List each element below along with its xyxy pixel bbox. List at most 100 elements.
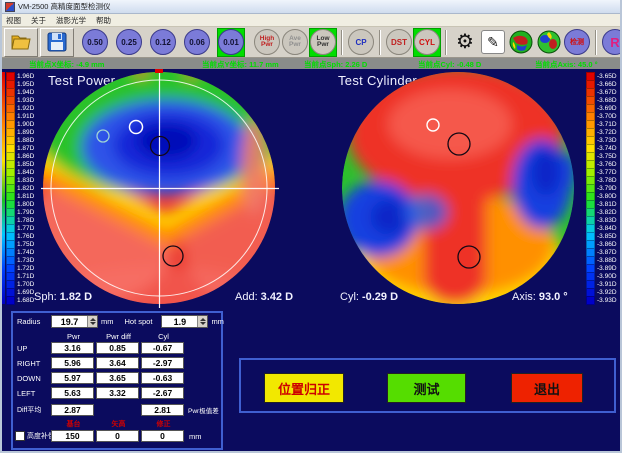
filter-button-0.12[interactable]: 0.12 — [149, 28, 177, 57]
scale-label: -3.90D — [597, 273, 617, 280]
reset-button[interactable]: R — [601, 28, 620, 57]
settings-button[interactable]: ⚙ — [451, 28, 479, 57]
hotspot-input[interactable]: 1.9 — [161, 315, 208, 328]
mode-circle: CP — [348, 29, 374, 55]
window-title: VM-2500 高精度面型检测仪 — [18, 1, 111, 12]
action-button-退出[interactable]: 退出 — [511, 373, 583, 403]
cylinder-heatmap[interactable] — [338, 69, 580, 308]
menu-item[interactable]: 关于 — [31, 15, 46, 26]
color-map-icon — [509, 30, 533, 54]
scale-label: -3.67D — [597, 89, 617, 96]
row-label: LEFT — [15, 389, 51, 398]
comp-field[interactable]: 0 — [141, 430, 184, 442]
scale-label: 1.81D — [17, 193, 34, 200]
scale-row: -3.93D — [586, 296, 622, 304]
sphere-map-icon — [537, 30, 561, 54]
filter-circle: 0.50 — [82, 29, 108, 55]
scale-label: -3.86D — [597, 241, 617, 248]
top-marker — [155, 69, 163, 73]
filter-button-0.06[interactable]: 0.06 — [183, 28, 211, 57]
open-file-button[interactable] — [4, 28, 38, 57]
power-heatmap[interactable] — [41, 69, 279, 308]
left-edge-colorbar — [2, 72, 5, 304]
power-button-ave[interactable]: Ave Pwr — [281, 28, 309, 57]
menu-item[interactable]: 滋影光学 — [56, 15, 86, 26]
scale-label: -3.79D — [597, 185, 617, 192]
cylinder-scale: -3.65D-3.66D-3.67D-3.68D-3.69D-3.70D-3.7… — [586, 72, 622, 304]
save-button[interactable] — [40, 28, 74, 57]
scale-label: -3.88D — [597, 257, 617, 264]
menu-item[interactable]: 视图 — [6, 15, 21, 26]
scale-label: 1.86D — [17, 153, 34, 160]
scale-label: -3.68D — [597, 97, 617, 104]
scale-label: 1.80D — [17, 201, 34, 208]
table-row: UP3.160.85-0.67 — [15, 342, 221, 354]
save-floppy-icon — [47, 32, 67, 52]
compensation-labels: 基台矢高修正 — [15, 419, 221, 429]
scale-label: 1.85D — [17, 161, 34, 168]
scale-label: 1.75D — [17, 241, 34, 248]
map-view-button[interactable] — [507, 28, 535, 57]
value-cell: 3.64 — [96, 357, 139, 369]
filter-button-0.25[interactable]: 0.25 — [115, 28, 143, 57]
scale-label: 1.84D — [17, 169, 34, 176]
scale-label: 1.94D — [17, 89, 34, 96]
axis-readout: Axis:93.0 ° — [512, 291, 568, 303]
scale-label: -3.91D — [597, 281, 617, 288]
hotspot-unit: mm — [211, 317, 224, 326]
scale-label: 1.92D — [17, 105, 34, 112]
comp-field[interactable]: 150 — [51, 430, 94, 442]
value-cell: 0.85 — [96, 342, 139, 354]
radius-input[interactable]: 19.7 — [51, 315, 98, 328]
mode-button-cyl[interactable]: CYL — [413, 28, 441, 57]
hotspot-spinner[interactable] — [197, 316, 207, 327]
action-button-位置归正[interactable]: 位置归正 — [264, 373, 344, 403]
scale-label: -3.77D — [597, 169, 617, 176]
power-label: Low Pwr — [312, 36, 334, 49]
scale-label: 1.73D — [17, 257, 34, 264]
mode-button-cp[interactable]: CP — [347, 28, 375, 57]
scale-label: -3.81D — [597, 201, 617, 208]
mode-button-dst[interactable]: DST — [385, 28, 413, 57]
action-button-测试[interactable]: 测试 — [387, 373, 466, 403]
app-window: VM-2500 高精度面型检测仪 视图关于滋影光学帮助 0.50 0.250.12… — [0, 0, 622, 453]
power-label: Ave Pwr — [284, 36, 306, 49]
scale-label: -3.76D — [597, 161, 617, 168]
radius-spinner[interactable] — [87, 316, 97, 327]
scale-label: -3.73D — [597, 137, 617, 144]
value-cell: 3.32 — [96, 387, 139, 399]
filter-circle: 0.01 — [218, 29, 244, 55]
comp-field[interactable]: 0 — [96, 430, 139, 442]
mode-circle: CYL — [414, 29, 440, 55]
column-headers: PwrPwr diffCyl — [15, 332, 221, 341]
bottom-panel: Radius 19.7 mm Hot spot 1.9 mm PwrPwr di… — [2, 308, 622, 453]
filter-button-0.50[interactable]: 0.50 — [81, 28, 109, 57]
scale-label: -3.78D — [597, 177, 617, 184]
separator — [341, 30, 343, 55]
mode-circle: DST — [386, 29, 412, 55]
edit-button[interactable]: ✎ — [479, 28, 507, 57]
scale-label: 1.79D — [17, 209, 34, 216]
scale-label: 1.89D — [17, 129, 34, 136]
scale-label: 1.74D — [17, 249, 34, 256]
comp-field-label: 修正 — [141, 419, 186, 429]
map-area: 1.96D1.95D1.94D1.93D1.92D1.91D1.90D1.89D… — [2, 69, 622, 308]
scale-label: -3.84D — [597, 225, 617, 232]
value-cell: 5.63 — [51, 387, 94, 399]
menu-item[interactable]: 帮助 — [96, 15, 111, 26]
row-label: DOWN — [15, 374, 51, 383]
scale-label: -3.83D — [597, 217, 617, 224]
power-button-low[interactable]: Low Pwr — [309, 28, 337, 57]
value-cell: -2.67 — [141, 387, 184, 399]
scale-label: 1.96D — [17, 73, 34, 80]
filter-button-0.01[interactable]: 0.01 — [217, 28, 245, 57]
detect-button[interactable]: 检测 — [563, 28, 591, 57]
scale-label: 1.87D — [17, 145, 34, 152]
power-button-high[interactable]: High Pwr — [253, 28, 281, 57]
map-3d-button[interactable] — [535, 28, 563, 57]
action-panel: 位置归正 测试 退出 — [239, 358, 616, 413]
table-row: DOWN5.973.65-0.63 — [15, 372, 221, 384]
value-cell: 3.16 — [51, 342, 94, 354]
scale-label: -3.89D — [597, 265, 617, 272]
height-comp-checkbox[interactable] — [15, 431, 25, 441]
